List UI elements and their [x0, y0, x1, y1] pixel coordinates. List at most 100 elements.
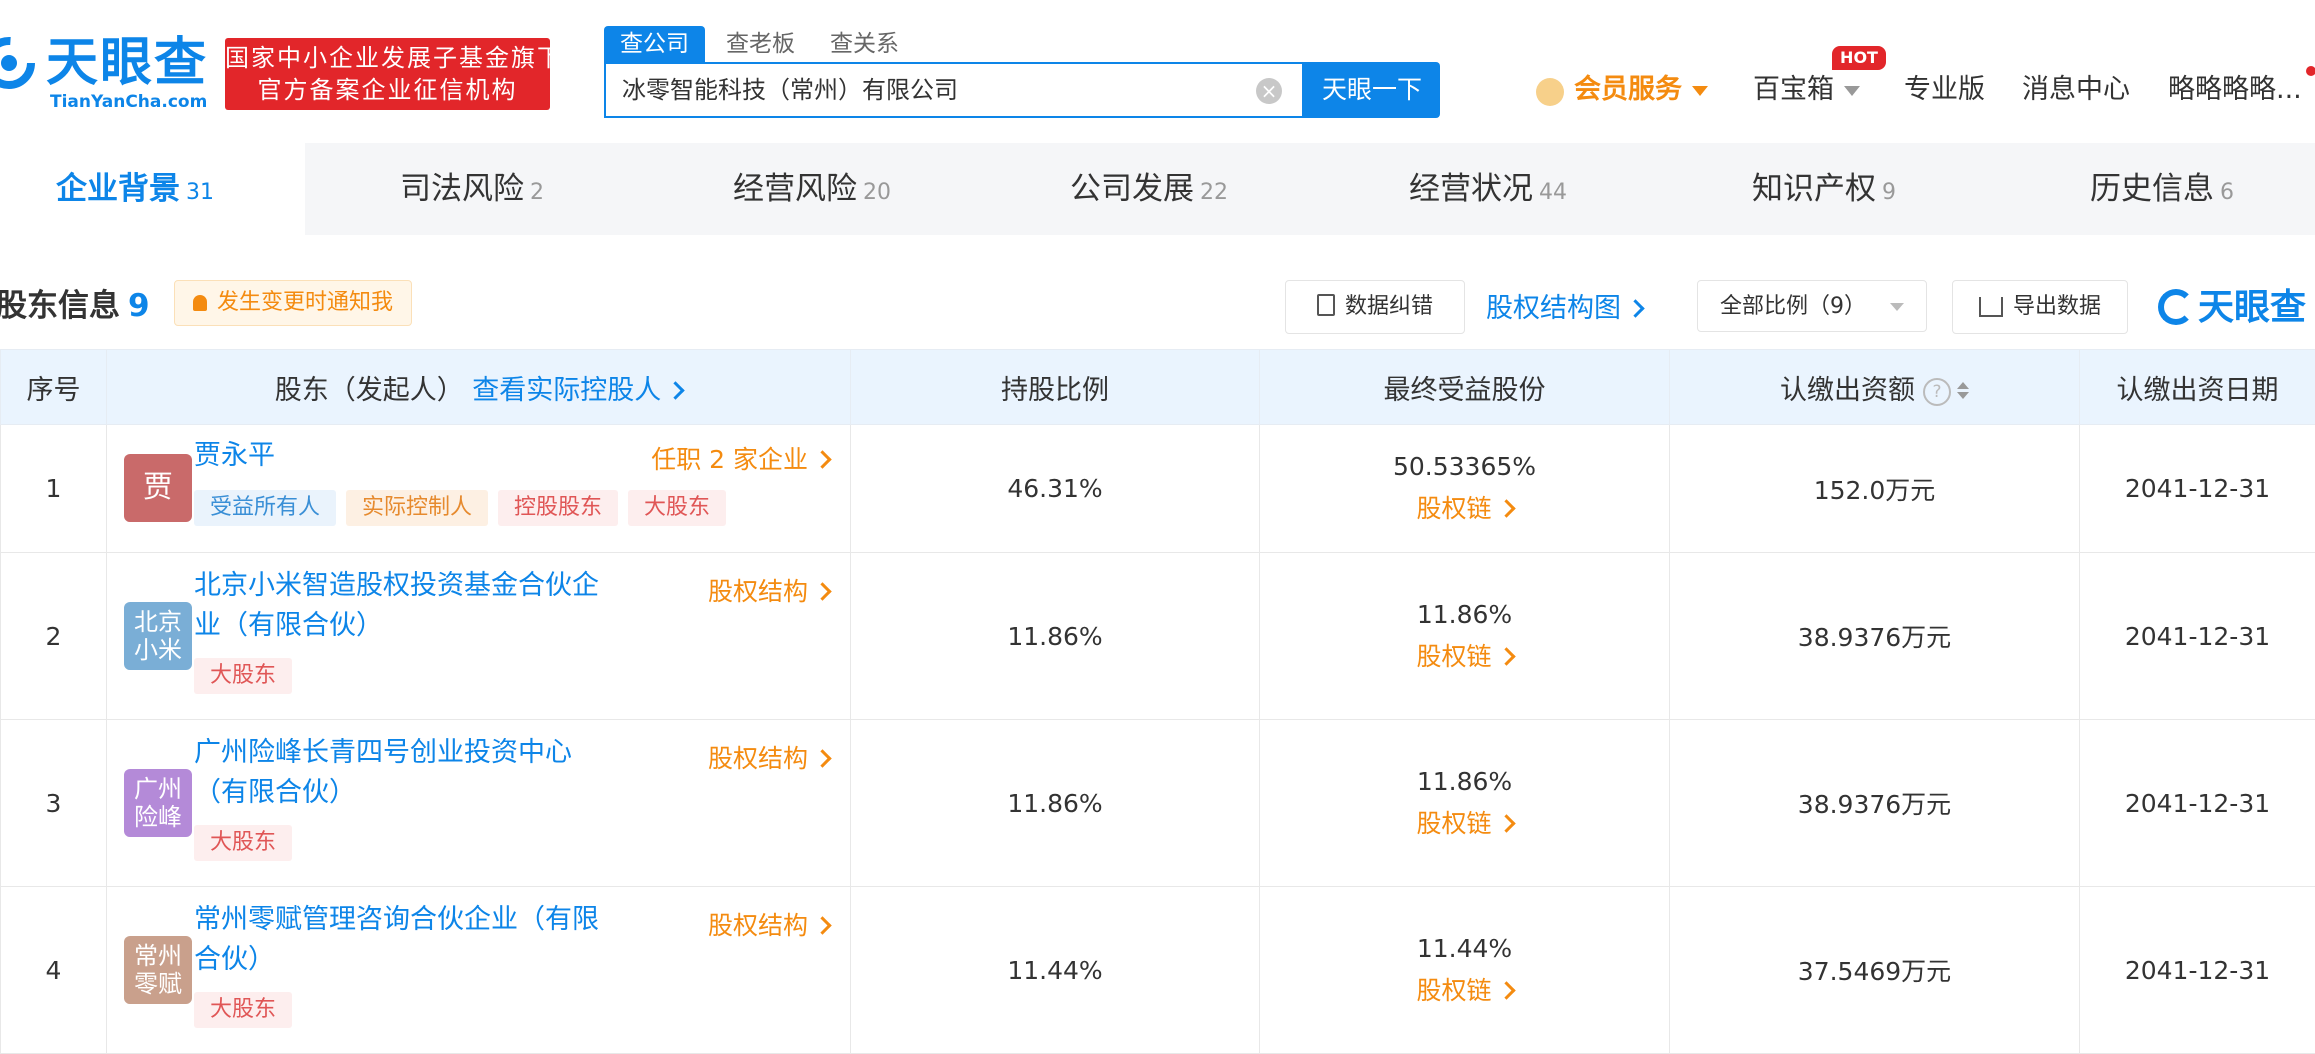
holder-positions-link[interactable]: 任职 2 家企业 [651, 440, 829, 476]
avatar: 贾 [124, 454, 192, 522]
chevron-right-icon [1497, 647, 1515, 665]
nav-user-menu[interactable]: 略略略略... [2168, 68, 2302, 112]
final-benefit-value: 11.86% [1417, 767, 1512, 796]
nav-message-center[interactable]: 消息中心 [2022, 68, 2130, 112]
search-input[interactable] [622, 64, 1222, 116]
tianyancha-watermark: 天眼查 [2158, 278, 2306, 330]
cell-holder: 广州险峰 广州险峰长青四号创业投资中心（有限合伙） 股权结构 大股东 [107, 720, 851, 887]
col-header-final-benefit: 最终受益股份 [1260, 350, 1670, 425]
equity-chain-label: 股权链 [1416, 809, 1491, 838]
tag-major-shareholder: 大股东 [194, 992, 292, 1028]
tab-label: 企业背景 [56, 171, 180, 207]
table-row: 2 北京小米 北京小米智造股权投资基金合伙企业（有限合伙） 股权结构 大股东 1… [1, 553, 2315, 720]
equity-chain-link[interactable]: 股权链 [1261, 804, 1668, 840]
equity-structure-row-link[interactable]: 股权结构 [708, 572, 829, 608]
category-tabs: 企业背景31 司法风险2 经营风险20 公司发展22 经营状况44 知识产权9 … [0, 143, 2315, 235]
export-data-label: 导出数据 [2013, 294, 2101, 319]
chevron-right-icon [813, 582, 831, 600]
chevron-down-icon [1692, 86, 1708, 96]
cell-holder: 常州零赋 常州零赋管理咨询合伙企业（有限合伙） 股权结构 大股东 [107, 887, 851, 1054]
cell-seq: 2 [1, 553, 107, 720]
vip-service-menu[interactable]: 会员服务 [1574, 68, 1708, 112]
data-correction-label: 数据纠错 [1345, 294, 1433, 319]
equity-chain-link[interactable]: 股权链 [1261, 971, 1668, 1007]
tab-company-development[interactable]: 公司发展22 [1070, 143, 1228, 235]
table-header-row: 序号 股东（发起人） 查看实际控股人 持股比例 最终受益股份 认缴出资额? 认缴… [1, 350, 2315, 425]
nav-toolbox[interactable]: 百宝箱 [1753, 68, 1860, 112]
cell-seq: 1 [1, 425, 107, 553]
cell-seq: 4 [1, 887, 107, 1054]
equity-chain-link[interactable]: 股权链 [1261, 489, 1668, 525]
sort-icon[interactable] [1957, 382, 1969, 399]
tab-judicial-risk[interactable]: 司法风险2 [400, 143, 544, 235]
help-icon[interactable]: ? [1923, 378, 1951, 406]
col-header-capital[interactable]: 认缴出资额? [1670, 350, 2080, 425]
equity-structure-label: 股权结构图 [1486, 293, 1621, 324]
tab-count: 2 [530, 180, 544, 205]
export-data-button[interactable]: 导出数据 [1952, 280, 2128, 334]
final-benefit-value: 11.44% [1417, 934, 1512, 963]
cell-holder: 贾 贾永平 任职 2 家企业 受益所有人实际控制人控股股东大股东 [107, 425, 851, 553]
tab-search-relation[interactable]: 查关系 [830, 26, 899, 62]
chevron-right-icon [1497, 814, 1515, 832]
cell-holder: 北京小米 北京小米智造股权投资基金合伙企业（有限合伙） 股权结构 大股东 [107, 553, 851, 720]
search-button[interactable]: 天眼一下 [1304, 62, 1440, 118]
document-icon [1317, 294, 1335, 316]
equity-chain-label: 股权链 [1416, 642, 1491, 671]
tianyancha-logo[interactable]: 天眼查 TianYanCha.com [0, 28, 215, 110]
equity-structure-row-link[interactable]: 股权结构 [708, 906, 829, 942]
tag-major-shareholder: 大股东 [194, 658, 292, 694]
final-benefit-value: 11.86% [1417, 600, 1512, 629]
chevron-right-icon [667, 381, 685, 399]
tab-intellectual-property[interactable]: 知识产权9 [1752, 143, 1896, 235]
ratio-filter-select[interactable]: 全部比例（9） [1697, 280, 1927, 332]
holder-name-link[interactable]: 贾永平 [194, 436, 275, 476]
equity-structure-link[interactable]: 股权结构图 [1486, 286, 1642, 325]
tab-history[interactable]: 历史信息6 [2090, 143, 2234, 235]
cell-final-benefit: 50.53365% 股权链 [1260, 425, 1670, 553]
avatar: 常州零赋 [124, 936, 192, 1004]
official-banner: 国家中小企业发展子基金旗下 官方备案企业征信机构 [225, 38, 550, 110]
holder-name-link[interactable]: 常州零赋管理咨询合伙企业（有限合伙） [194, 900, 624, 980]
tab-label: 经营状况 [1409, 171, 1533, 207]
cell-ratio: 46.31% [851, 425, 1260, 553]
tab-operating-risk[interactable]: 经营风险20 [733, 143, 891, 235]
equity-chain-link[interactable]: 股权链 [1261, 637, 1668, 673]
cell-ratio: 11.44% [851, 887, 1260, 1054]
avatar: 北京小米 [124, 602, 192, 670]
tab-label: 公司发展 [1070, 171, 1194, 207]
chevron-right-icon [1497, 499, 1515, 517]
equity-chain-label: 股权链 [1416, 976, 1491, 1005]
cell-capital: 38.9376万元 [1670, 553, 2080, 720]
cell-seq: 3 [1, 720, 107, 887]
section-title-text: 股东信息 [0, 288, 120, 324]
download-icon [1979, 297, 2003, 317]
view-actual-controller-link[interactable]: 查看实际控股人 [472, 375, 682, 406]
chevron-right-icon [1626, 299, 1644, 317]
nav-pro-edition[interactable]: 专业版 [1904, 68, 1985, 112]
equity-chain-label: 股权链 [1416, 494, 1491, 523]
chevron-right-icon [813, 749, 831, 767]
tab-enterprise-background[interactable]: 企业背景31 [56, 143, 214, 235]
top-header: 天眼查 TianYanCha.com 国家中小企业发展子基金旗下 官方备案企业征… [0, 0, 2315, 143]
notify-on-change-button[interactable]: 发生变更时通知我 [174, 280, 412, 326]
tab-operating-status[interactable]: 经营状况44 [1409, 143, 1567, 235]
clear-icon[interactable]: × [1256, 78, 1282, 104]
equity-structure-row-link[interactable]: 股权结构 [708, 739, 829, 775]
cell-final-benefit: 11.86% 股权链 [1260, 553, 1670, 720]
data-correction-button[interactable]: 数据纠错 [1285, 280, 1465, 334]
notification-dot [2306, 66, 2315, 76]
equity-structure-row-label: 股权结构 [708, 744, 808, 773]
logo-domain: TianYanCha.com [50, 92, 207, 112]
holder-name-link[interactable]: 北京小米智造股权投资基金合伙企业（有限合伙） [194, 566, 624, 646]
holder-name-link[interactable]: 广州险峰长青四号创业投资中心（有限合伙） [194, 733, 624, 813]
equity-structure-row-label: 股权结构 [708, 911, 808, 940]
cell-capital: 37.5469万元 [1670, 887, 2080, 1054]
tab-search-boss[interactable]: 查老板 [726, 26, 795, 62]
capital-header-label: 认缴出资额 [1780, 375, 1915, 406]
final-benefit-value: 50.53365% [1393, 452, 1536, 481]
tab-search-company[interactable]: 查公司 [604, 26, 705, 62]
notify-label: 发生变更时通知我 [217, 290, 393, 315]
holder-positions-label: 任职 2 家企业 [651, 445, 808, 474]
cell-date: 2041-12-31 [2080, 720, 2315, 887]
